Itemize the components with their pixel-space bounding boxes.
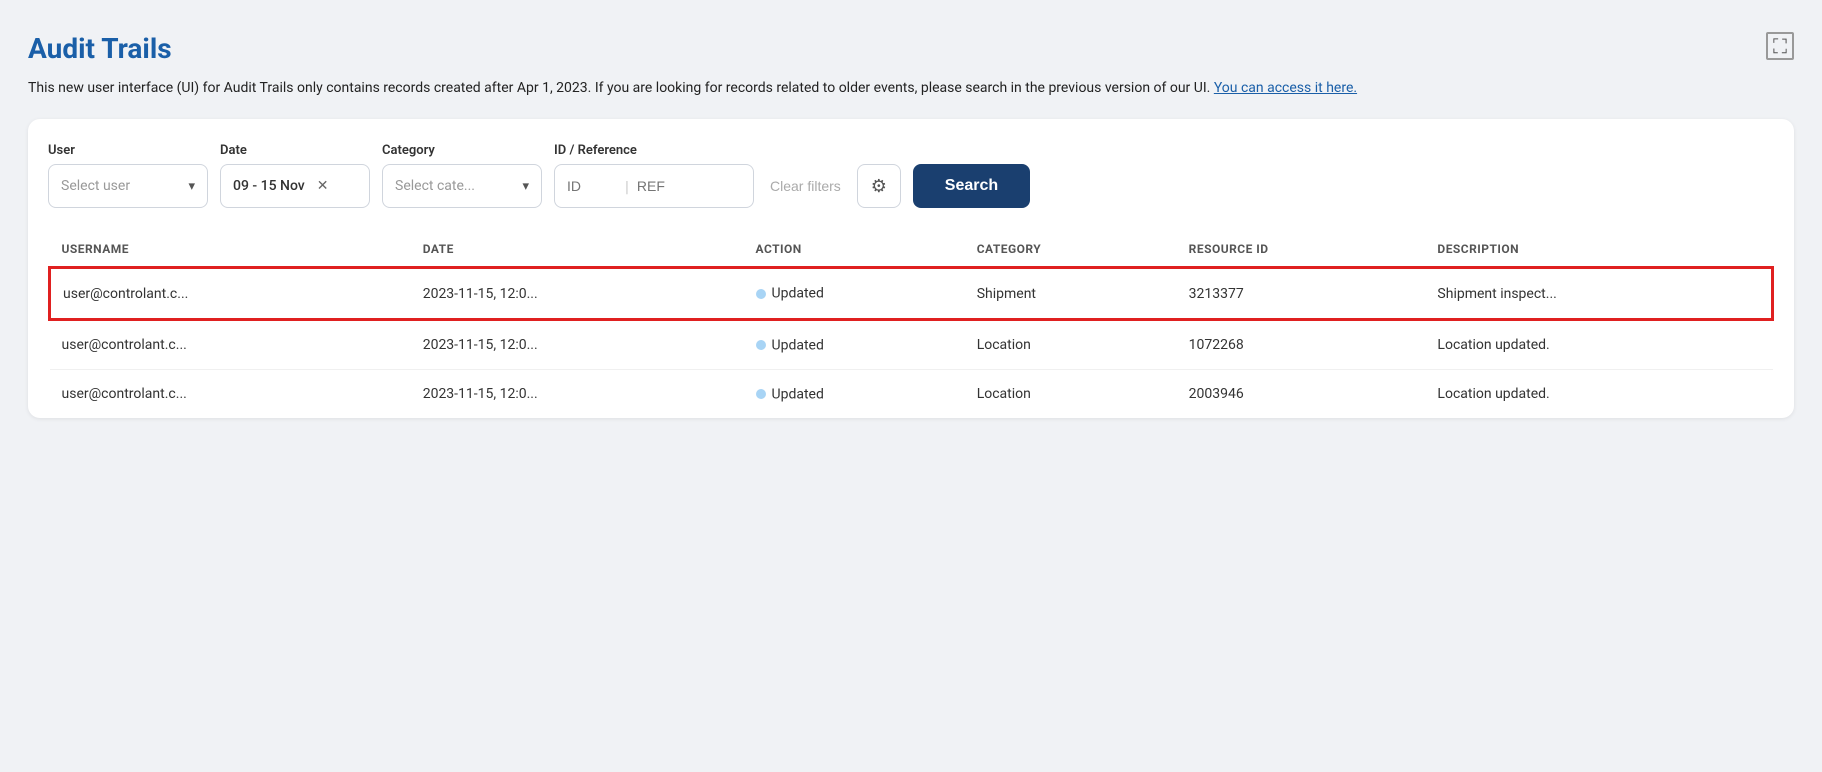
col-username: USERNAME bbox=[50, 232, 411, 268]
sliders-icon: ⚙ bbox=[871, 176, 887, 197]
filter-options-button[interactable]: ⚙ bbox=[857, 164, 901, 208]
cell-description: Location updated. bbox=[1425, 369, 1772, 418]
cell-resource_id: 3213377 bbox=[1177, 268, 1426, 319]
date-value: 09 - 15 Nov bbox=[233, 178, 305, 194]
cell-date: 2023-11-15, 12:0... bbox=[411, 319, 744, 369]
category-filter-group: Category Select cate... ▾ bbox=[382, 143, 542, 208]
category-select[interactable]: Select cate... ▾ bbox=[382, 164, 542, 208]
action-label: Updated bbox=[772, 337, 824, 353]
expand-icon[interactable]: ⛶ bbox=[1766, 32, 1794, 60]
cell-category: Location bbox=[965, 319, 1177, 369]
table-row[interactable]: user@controlant.c...2023-11-15, 12:0... U… bbox=[50, 268, 1773, 319]
chevron-down-icon: ▾ bbox=[522, 179, 529, 194]
notice-text: This new user interface (UI) for Audit T… bbox=[28, 80, 1210, 96]
cell-resource_id: 2003946 bbox=[1177, 369, 1426, 418]
filters-row: User Select user ▾ Date 09 - 15 Nov ✕ Ca… bbox=[48, 143, 1774, 208]
user-select-text: Select user bbox=[61, 178, 180, 194]
divider: | bbox=[625, 177, 629, 196]
cell-resource_id: 1072268 bbox=[1177, 319, 1426, 369]
action-dot bbox=[756, 289, 766, 299]
date-filter-label: Date bbox=[220, 143, 370, 158]
chevron-down-icon: ▾ bbox=[188, 179, 195, 194]
audit-table: USERNAME DATE ACTION CATEGORY RESOURCE I… bbox=[48, 232, 1774, 418]
user-filter-label: User bbox=[48, 143, 208, 158]
col-resource-id: RESOURCE ID bbox=[1177, 232, 1426, 268]
id-ref-filter-label: ID / Reference bbox=[554, 143, 754, 158]
date-picker[interactable]: 09 - 15 Nov ✕ bbox=[220, 164, 370, 208]
category-filter-label: Category bbox=[382, 143, 542, 158]
table-wrapper: USERNAME DATE ACTION CATEGORY RESOURCE I… bbox=[48, 232, 1774, 418]
close-icon[interactable]: ✕ bbox=[317, 178, 329, 194]
date-filter-group: Date 09 - 15 Nov ✕ bbox=[220, 143, 370, 208]
col-description: DESCRIPTION bbox=[1425, 232, 1772, 268]
clear-filters-button[interactable]: Clear filters bbox=[766, 164, 845, 208]
action-label: Updated bbox=[772, 386, 824, 402]
cell-category: Location bbox=[965, 369, 1177, 418]
cell-action: Updated bbox=[744, 319, 965, 369]
id-ref-box: | bbox=[554, 164, 754, 208]
category-select-text: Select cate... bbox=[395, 178, 514, 194]
cell-date: 2023-11-15, 12:0... bbox=[411, 268, 744, 319]
table-row[interactable]: user@controlant.c...2023-11-15, 12:0... U… bbox=[50, 319, 1773, 369]
cell-username: user@controlant.c... bbox=[50, 319, 411, 369]
user-filter-group: User Select user ▾ bbox=[48, 143, 208, 208]
action-label: Updated bbox=[772, 286, 824, 302]
search-button[interactable]: Search bbox=[913, 164, 1030, 208]
cell-date: 2023-11-15, 12:0... bbox=[411, 369, 744, 418]
table-row[interactable]: user@controlant.c...2023-11-15, 12:0... U… bbox=[50, 369, 1773, 418]
cell-username: user@controlant.c... bbox=[50, 369, 411, 418]
id-ref-filter-group: ID / Reference | bbox=[554, 143, 754, 208]
notice-bar: This new user interface (UI) for Audit T… bbox=[28, 77, 1794, 99]
id-input[interactable] bbox=[567, 178, 617, 194]
cell-category: Shipment bbox=[965, 268, 1177, 319]
cell-action: Updated bbox=[744, 369, 965, 418]
cell-action: Updated bbox=[744, 268, 965, 319]
action-dot bbox=[756, 389, 766, 399]
user-select[interactable]: Select user ▾ bbox=[48, 164, 208, 208]
cell-description: Location updated. bbox=[1425, 319, 1772, 369]
cell-username: user@controlant.c... bbox=[50, 268, 411, 319]
cell-description: Shipment inspect... bbox=[1425, 268, 1772, 319]
main-card: User Select user ▾ Date 09 - 15 Nov ✕ Ca… bbox=[28, 119, 1794, 418]
notice-link[interactable]: You can access it here. bbox=[1214, 80, 1357, 96]
col-category: CATEGORY bbox=[965, 232, 1177, 268]
col-action: ACTION bbox=[744, 232, 965, 268]
ref-input[interactable] bbox=[637, 178, 687, 194]
page-title: Audit Trails bbox=[28, 32, 172, 65]
col-date: DATE bbox=[411, 232, 744, 268]
action-dot bbox=[756, 340, 766, 350]
table-header: USERNAME DATE ACTION CATEGORY RESOURCE I… bbox=[50, 232, 1773, 268]
table-body: user@controlant.c...2023-11-15, 12:0...U… bbox=[50, 268, 1773, 418]
